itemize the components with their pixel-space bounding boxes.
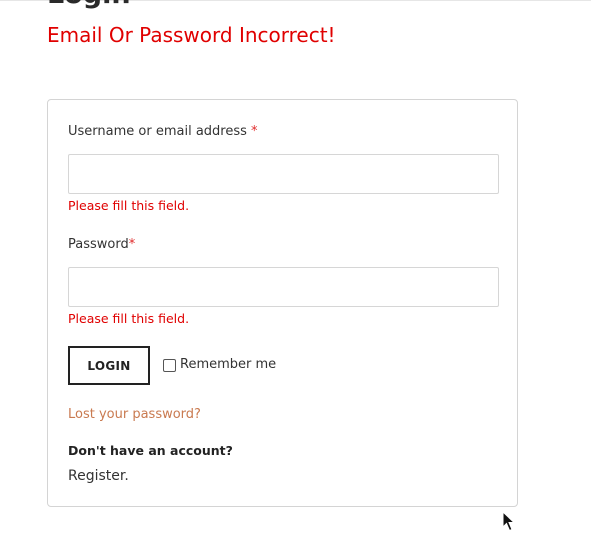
login-button[interactable]: LOGIN <box>68 346 150 385</box>
remember-me[interactable]: Remember me <box>163 357 276 373</box>
password-error: Please fill this field. <box>68 311 190 326</box>
username-input[interactable] <box>68 154 499 194</box>
password-input[interactable] <box>68 267 499 307</box>
login-error-message: Email Or Password Incorrect! <box>47 23 336 47</box>
remember-me-label: Remember me <box>180 357 277 372</box>
password-required-mark: * <box>128 237 136 252</box>
no-account-text: Don't have an account? <box>68 443 233 458</box>
remember-me-checkbox[interactable] <box>163 358 176 372</box>
page-title: Login <box>47 0 131 12</box>
mouse-pointer-icon <box>502 511 516 532</box>
username-error: Please fill this field. <box>68 198 190 213</box>
password-label-text: Password <box>68 237 129 252</box>
username-required-mark: * <box>251 124 258 139</box>
lost-password-link[interactable]: Lost your password? <box>68 407 201 423</box>
username-label: Username or email address * <box>68 124 258 140</box>
password-label: Password* <box>68 237 135 253</box>
username-label-text: Username or email address <box>68 124 247 139</box>
register-link[interactable]: Register. <box>68 467 129 485</box>
login-page: Login Email Or Password Incorrect! Usern… <box>0 0 591 559</box>
